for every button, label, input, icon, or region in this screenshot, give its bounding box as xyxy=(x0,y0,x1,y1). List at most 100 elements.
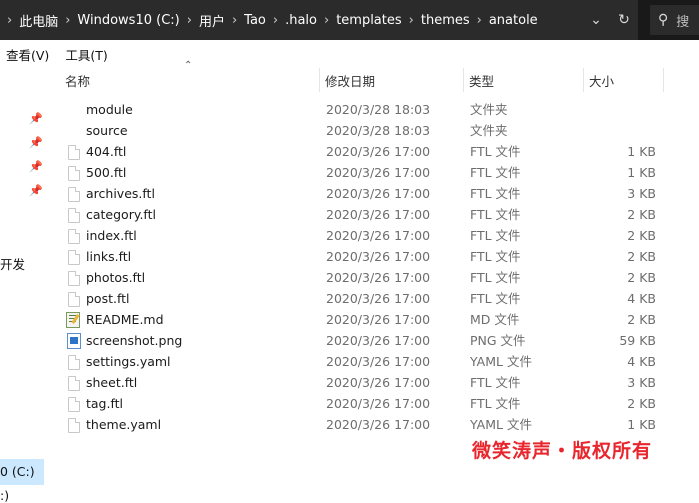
file-date: 2020/3/28 18:03 xyxy=(326,123,431,138)
file-name: source xyxy=(86,123,128,138)
file-type: FTL 文件 xyxy=(470,228,521,243)
file-name: README.md xyxy=(86,312,164,327)
file-icon xyxy=(68,397,80,412)
chevron-right-icon[interactable]: › xyxy=(187,13,192,28)
file-name: links.ftl xyxy=(86,249,132,264)
file-type: FTL 文件 xyxy=(470,207,521,222)
file-row[interactable]: settings.yaml 2020/3/26 17:00 YAML 文件 4 KB xyxy=(0,351,699,372)
file-date: 2020/3/26 17:00 xyxy=(326,291,431,306)
column-header-type[interactable]: 类型 xyxy=(464,68,584,92)
file-name: sheet.ftl xyxy=(86,375,138,390)
file-name: theme.yaml xyxy=(86,417,162,432)
file-type: YAML 文件 xyxy=(470,354,532,369)
file-name: photos.ftl xyxy=(86,270,146,285)
column-header-date[interactable]: 修改日期 xyxy=(320,68,464,92)
file-row[interactable]: screenshot.png 2020/3/26 17:00 PNG 文件 59 KB xyxy=(0,330,699,351)
breadcrumb-item[interactable]: .halo xyxy=(285,13,317,28)
breadcrumb: › 此电脑 › Windows10 (C:) › 用户 › Tao › .halo › templat… xyxy=(0,11,538,30)
file-date: 2020/3/28 18:03 xyxy=(326,102,431,117)
file-icon xyxy=(68,145,80,160)
file-icon xyxy=(68,166,80,181)
file-size: 2 KB xyxy=(627,207,656,222)
file-type: PNG 文件 xyxy=(470,333,526,348)
breadcrumb-item[interactable]: 此电脑 xyxy=(19,11,58,30)
column-header-date-label: 修改日期 xyxy=(325,73,376,89)
breadcrumb-item[interactable]: templates xyxy=(336,13,401,28)
file-date: 2020/3/26 17:00 xyxy=(326,165,431,180)
file-row[interactable]: links.ftl 2020/3/26 17:00 FTL 文件 2 KB xyxy=(0,246,699,267)
search-input[interactable]: ⚲ 搜 xyxy=(650,5,699,35)
file-row[interactable]: README.md 2020/3/26 17:00 MD 文件 2 KB xyxy=(0,309,699,330)
file-date: 2020/3/26 17:00 xyxy=(326,186,431,201)
file-name: screenshot.png xyxy=(86,333,183,348)
search-icon: ⚲ xyxy=(658,12,669,28)
file-name: post.ftl xyxy=(86,291,130,306)
breadcrumb-item[interactable]: themes xyxy=(421,13,470,28)
file-row[interactable]: photos.ftl 2020/3/26 17:00 FTL 文件 2 KB xyxy=(0,267,699,288)
column-header-type-label: 类型 xyxy=(469,73,495,89)
file-date: 2020/3/26 17:00 xyxy=(326,270,431,285)
file-row[interactable]: index.ftl 2020/3/26 17:00 FTL 文件 2 KB xyxy=(0,225,699,246)
file-size xyxy=(590,120,656,141)
file-row[interactable]: theme.yaml 2020/3/26 17:00 YAML 文件 1 KB xyxy=(0,414,699,435)
file-date: 2020/3/26 17:00 xyxy=(326,375,431,390)
file-name: index.ftl xyxy=(86,228,137,243)
column-header-size[interactable]: 大小 xyxy=(584,68,664,92)
chevron-right-icon[interactable]: › xyxy=(7,13,12,28)
file-row[interactable]: archives.ftl 2020/3/26 17:00 FTL 文件 3 KB xyxy=(0,183,699,204)
sidebar-item-c-drive[interactable]: 0 (C:) xyxy=(0,464,35,479)
file-date: 2020/3/26 17:00 xyxy=(326,333,431,348)
file-size: 2 KB xyxy=(627,312,656,327)
breadcrumb-item[interactable]: Windows10 (C:) xyxy=(77,13,179,28)
file-type: FTL 文件 xyxy=(470,375,521,390)
file-icon xyxy=(68,229,80,244)
chevron-right-icon[interactable]: › xyxy=(65,13,70,28)
file-type: FTL 文件 xyxy=(470,396,521,411)
breadcrumb-item[interactable]: anatole xyxy=(489,13,538,28)
chevron-right-icon[interactable]: › xyxy=(409,13,414,28)
file-type: 文件夹 xyxy=(470,102,508,117)
file-row[interactable]: source 2020/3/28 18:03 文件夹 xyxy=(0,120,699,141)
file-type: FTL 文件 xyxy=(470,144,521,159)
breadcrumb-item[interactable]: 用户 xyxy=(199,11,225,30)
file-row[interactable]: post.ftl 2020/3/26 17:00 FTL 文件 4 KB xyxy=(0,288,699,309)
file-name: 404.ftl xyxy=(86,144,127,159)
file-row[interactable]: module 2020/3/28 18:03 文件夹 xyxy=(0,99,699,120)
file-type: FTL 文件 xyxy=(470,186,521,201)
chevron-right-icon[interactable]: › xyxy=(273,13,278,28)
file-size: 1 KB xyxy=(627,417,656,432)
file-date: 2020/3/26 17:00 xyxy=(326,354,431,369)
image-file-icon xyxy=(67,333,81,349)
file-icon xyxy=(68,418,80,433)
column-header-size-label: 大小 xyxy=(589,73,615,89)
file-size: 3 KB xyxy=(627,375,656,390)
file-row[interactable]: tag.ftl 2020/3/26 17:00 FTL 文件 2 KB xyxy=(0,393,699,414)
file-size: 2 KB xyxy=(627,249,656,264)
file-row[interactable]: sheet.ftl 2020/3/26 17:00 FTL 文件 3 KB xyxy=(0,372,699,393)
file-size: 2 KB xyxy=(627,270,656,285)
file-size: 1 KB xyxy=(627,144,656,159)
chevron-right-icon[interactable]: › xyxy=(232,13,237,28)
file-date: 2020/3/26 17:00 xyxy=(326,249,431,264)
file-row[interactable]: 404.ftl 2020/3/26 17:00 FTL 文件 1 KB xyxy=(0,141,699,162)
file-type: MD 文件 xyxy=(470,312,520,327)
file-size: 3 KB xyxy=(627,186,656,201)
sidebar-item-other[interactable]: :) xyxy=(0,488,9,503)
chevron-right-icon[interactable]: › xyxy=(324,13,329,28)
menu-view[interactable]: 查看(V) xyxy=(6,45,49,64)
file-size: 4 KB xyxy=(627,354,656,369)
menu-tools[interactable]: 工具(T) xyxy=(65,45,107,64)
breadcrumb-item[interactable]: Tao xyxy=(244,13,266,28)
column-header-name[interactable]: 名称 xyxy=(60,68,320,92)
address-bar[interactable]: › 此电脑 › Windows10 (C:) › 用户 › Tao › .halo › templat… xyxy=(0,0,638,40)
file-date: 2020/3/26 17:00 xyxy=(326,312,431,327)
file-row[interactable]: category.ftl 2020/3/26 17:00 FTL 文件 2 KB xyxy=(0,204,699,225)
file-name: archives.ftl xyxy=(86,186,155,201)
file-size xyxy=(590,99,656,120)
file-size: 2 KB xyxy=(627,228,656,243)
chevron-down-icon[interactable]: ⌄ xyxy=(582,12,610,28)
refresh-icon[interactable]: ↻ xyxy=(610,12,638,28)
file-row[interactable]: 500.ftl 2020/3/26 17:00 FTL 文件 1 KB xyxy=(0,162,699,183)
address-bar-region: › 此电脑 › Windows10 (C:) › 用户 › Tao › .halo › templat… xyxy=(0,0,699,40)
chevron-right-icon[interactable]: › xyxy=(477,13,482,28)
